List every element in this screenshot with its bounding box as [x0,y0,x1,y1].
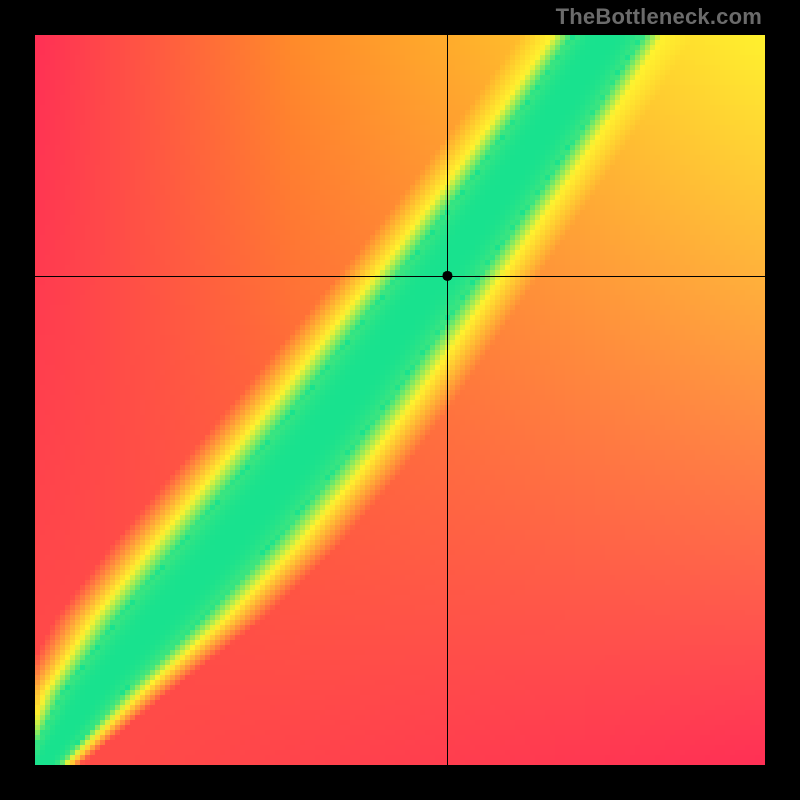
chart-frame: TheBottleneck.com [0,0,800,800]
watermark-text: TheBottleneck.com [556,4,762,30]
heatmap-plot [35,35,765,765]
heatmap-canvas [35,35,765,765]
